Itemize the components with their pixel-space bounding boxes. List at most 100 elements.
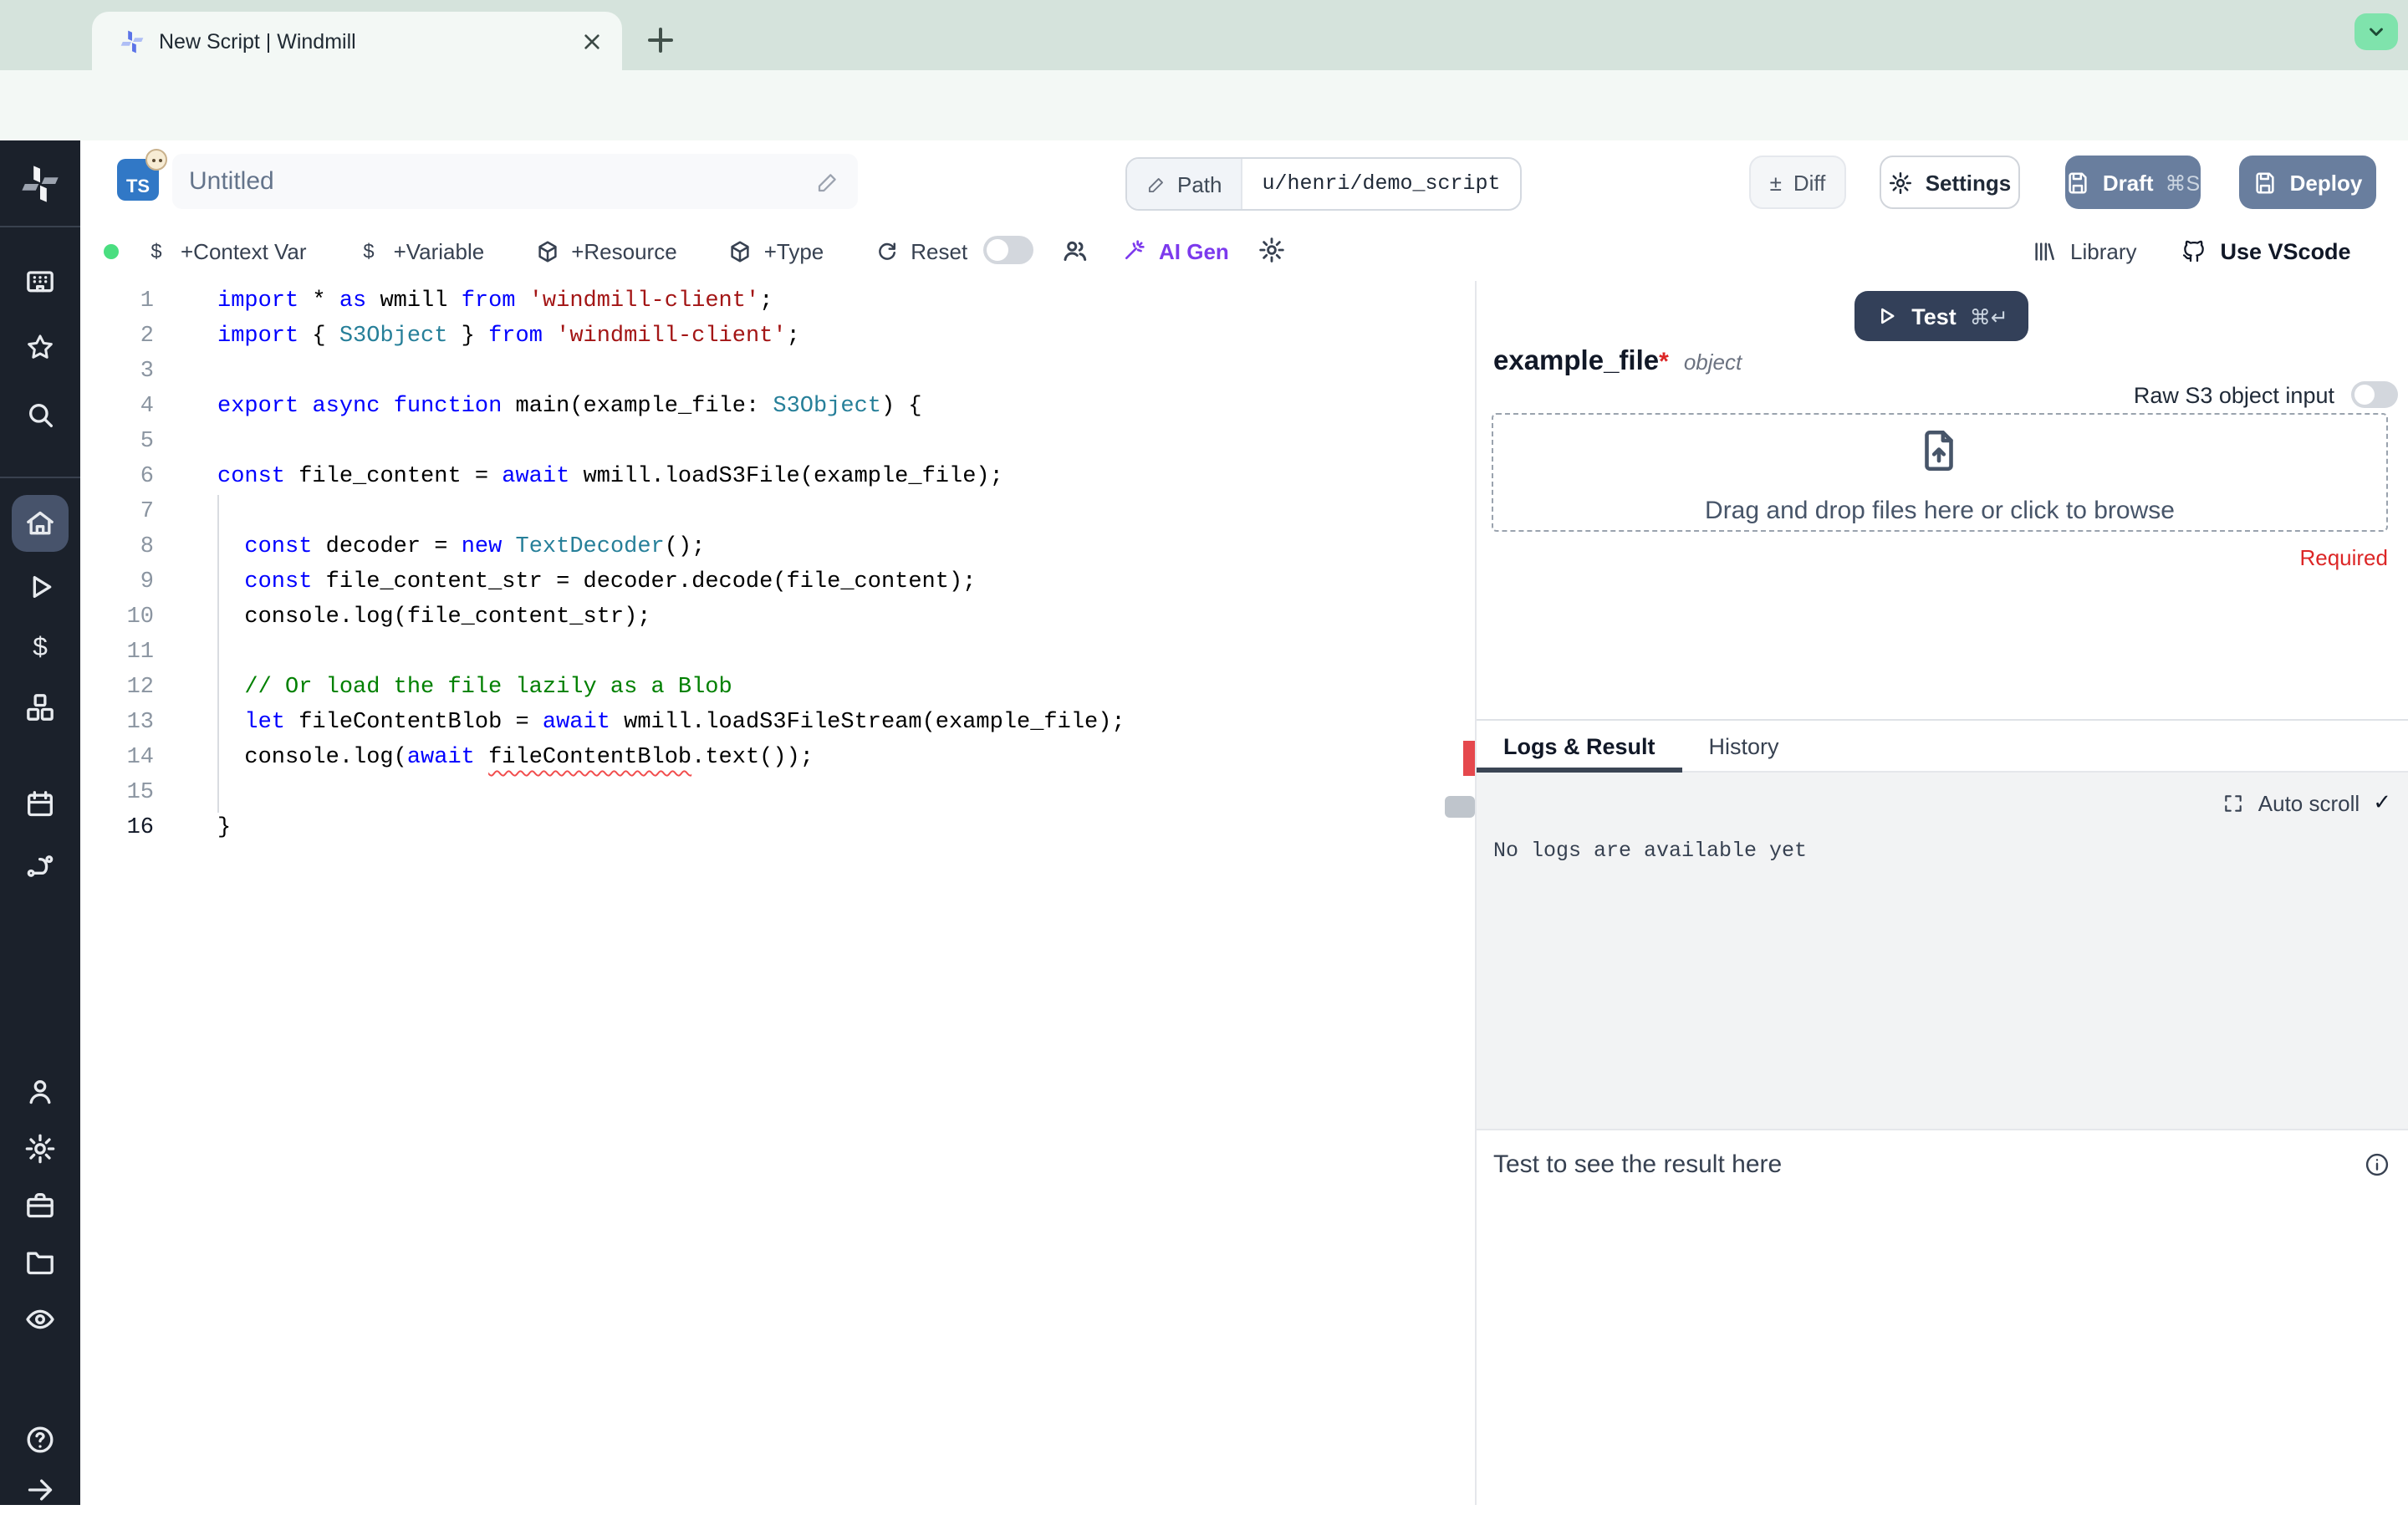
line-number: 10	[126, 605, 154, 630]
sidebar-item-magnifier[interactable]	[12, 390, 69, 440]
code-text: import { S3Object } from 'windmill-clien…	[217, 324, 800, 349]
path-chip[interactable]: Path u/henri/demo_script	[1125, 157, 1523, 211]
app-sidebar: $	[0, 140, 80, 1505]
dropzone-text[interactable]: Drag and drop files here or click to bro…	[1492, 497, 2388, 525]
raw-s3-toggle[interactable]	[2351, 381, 2398, 408]
code-line[interactable]: 10 console.log(file_content_str);	[80, 600, 1125, 635]
sidebar-divider	[0, 477, 80, 478]
tab-search-button[interactable]	[2354, 13, 2398, 50]
code-text: const decoder = new TextDecoder();	[244, 535, 706, 560]
sidebar-item-gear[interactable]	[12, 1124, 69, 1174]
sidebar-item-dollar[interactable]: $	[12, 622, 69, 672]
toolbar-action-variable[interactable]: $ +Variable	[357, 238, 484, 263]
sidebar-item-buildings[interactable]	[12, 256, 69, 306]
code-editor[interactable]: 1 import * as wmill from 'windmill-client…	[80, 281, 1475, 1505]
code-line[interactable]: 14 console.log(await fileContentBlob.tex…	[80, 741, 1125, 776]
code-line[interactable]: 8 const decoder = new TextDecoder();	[80, 530, 1125, 565]
sidebar-item-eye[interactable]	[12, 1294, 69, 1344]
code-line[interactable]: 15	[80, 776, 1125, 811]
logs-area: Auto scroll ✓ No logs are available yet	[1477, 773, 2408, 1130]
sidebar-item-home[interactable]	[12, 495, 69, 552]
script-title-field[interactable]: Untitled	[172, 154, 858, 209]
code-line[interactable]: 4 export async function main(example_file…	[80, 390, 1125, 425]
sidebar-item-boxes[interactable]	[12, 682, 69, 732]
edit-title-pencil-icon[interactable]	[814, 168, 841, 195]
editor-scrollbar-thumb[interactable]	[1445, 796, 1475, 818]
line-number: 8	[140, 535, 154, 560]
svg-text:$: $	[33, 631, 48, 661]
windmill-logo-icon[interactable]	[18, 162, 62, 206]
use-vscode-button[interactable]: Use VScode	[2181, 237, 2351, 264]
editor-settings-gear-icon[interactable]	[1258, 236, 1286, 264]
new-tab-icon[interactable]	[640, 20, 681, 60]
ai-gen-button[interactable]: AI Gen	[1120, 222, 1229, 279]
code-line[interactable]: 3	[80, 355, 1125, 390]
sidebar-item-route[interactable]	[12, 841, 69, 891]
code-text: }	[217, 816, 232, 841]
expand-icon	[2223, 792, 2245, 814]
code-line[interactable]: 2 import { S3Object } from 'windmill-clie…	[80, 319, 1125, 355]
line-number: 7	[140, 500, 154, 525]
auto-scroll-control[interactable]: Auto scroll ✓	[2223, 789, 2391, 816]
code-text: const file_content = await wmill.loadS3F…	[217, 465, 1003, 490]
code-text: import * as wmill from 'windmill-client'…	[217, 289, 773, 314]
calendar-icon	[23, 788, 57, 821]
code-line[interactable]: 6 const file_content = await wmill.loadS3…	[80, 460, 1125, 495]
line-number: 16	[126, 816, 154, 841]
windmill-favicon-icon	[119, 28, 145, 54]
sidebar-item-person[interactable]	[12, 1067, 69, 1117]
draft-button[interactable]: Draft ⌘S	[2065, 156, 2201, 209]
file-upload-icon	[1915, 426, 1963, 475]
svg-text:$: $	[150, 240, 161, 263]
line-number: 3	[140, 360, 154, 385]
home-icon	[23, 507, 57, 540]
browser-tab-strip: New Script | Windmill	[0, 0, 2408, 70]
info-icon[interactable]	[2363, 1150, 2391, 1179]
dollar-icon: $	[144, 238, 169, 263]
buildings-icon	[23, 264, 57, 298]
test-button[interactable]: Test ⌘↵	[1854, 291, 2028, 341]
tab-logs-result[interactable]: Logs & Result	[1477, 721, 1682, 773]
line-number: 9	[140, 570, 154, 595]
code-line[interactable]: 5	[80, 425, 1125, 460]
code-line[interactable]: 11	[80, 635, 1125, 671]
diff-button[interactable]: ± Diff	[1749, 156, 1846, 209]
sidebar-item-calendar[interactable]	[12, 779, 69, 829]
path-value[interactable]: u/henri/demo_script	[1242, 159, 1521, 209]
browser-tab[interactable]: New Script | Windmill	[92, 12, 622, 70]
windmill-script-editor-window: New Script | Windmill app.windmill.dev/s…	[0, 0, 2408, 1505]
plus-minus-icon: ±	[1769, 170, 1782, 195]
sidebar-item-play[interactable]	[12, 562, 69, 612]
sidebar-item-briefcase[interactable]	[12, 1181, 69, 1231]
code-line[interactable]: 13 let fileContentBlob = await wmill.loa…	[80, 706, 1125, 741]
settings-button[interactable]: Settings	[1880, 156, 2020, 209]
toolbar-action-context-var[interactable]: $ +Context Var	[144, 238, 306, 263]
code-line[interactable]: 1 import * as wmill from 'windmill-client…	[80, 284, 1125, 319]
field-type: object	[1683, 349, 1742, 375]
svg-text:$: $	[364, 240, 375, 263]
code-line[interactable]: 9 const file_content_str = decoder.decod…	[80, 565, 1125, 600]
toolbar-action-type[interactable]: +Type	[727, 238, 824, 263]
test-mode-toggle[interactable]	[983, 236, 1033, 264]
code-text: export async function main(example_file:…	[217, 395, 922, 420]
bun-runtime-badge-icon[interactable]	[145, 149, 167, 171]
toolbar-action-reset[interactable]: Reset	[874, 238, 967, 263]
sidebar-item-arrow-right[interactable]	[12, 1465, 69, 1515]
toolbar-action-resource[interactable]: +Resource	[534, 238, 677, 263]
code-line[interactable]: 7	[80, 495, 1125, 530]
check-icon: ✓	[2373, 789, 2391, 814]
tab-history[interactable]: History	[1682, 721, 1806, 771]
library-button[interactable]: Library	[2032, 238, 2137, 263]
sidebar-item-help-circle[interactable]	[12, 1415, 69, 1465]
user-inputs-icon[interactable]	[1060, 236, 1090, 266]
line-number: 4	[140, 395, 154, 420]
sidebar-item-folder[interactable]	[12, 1237, 69, 1288]
sidebar-item-star[interactable]	[12, 323, 69, 373]
deploy-button[interactable]: Deploy	[2239, 156, 2376, 209]
tab-close-icon[interactable]	[579, 28, 605, 54]
code-line[interactable]: 12 // Or load the file lazily as a Blob	[80, 671, 1125, 706]
code-line[interactable]: 16}	[80, 811, 1125, 846]
script-title: Untitled	[189, 167, 274, 196]
